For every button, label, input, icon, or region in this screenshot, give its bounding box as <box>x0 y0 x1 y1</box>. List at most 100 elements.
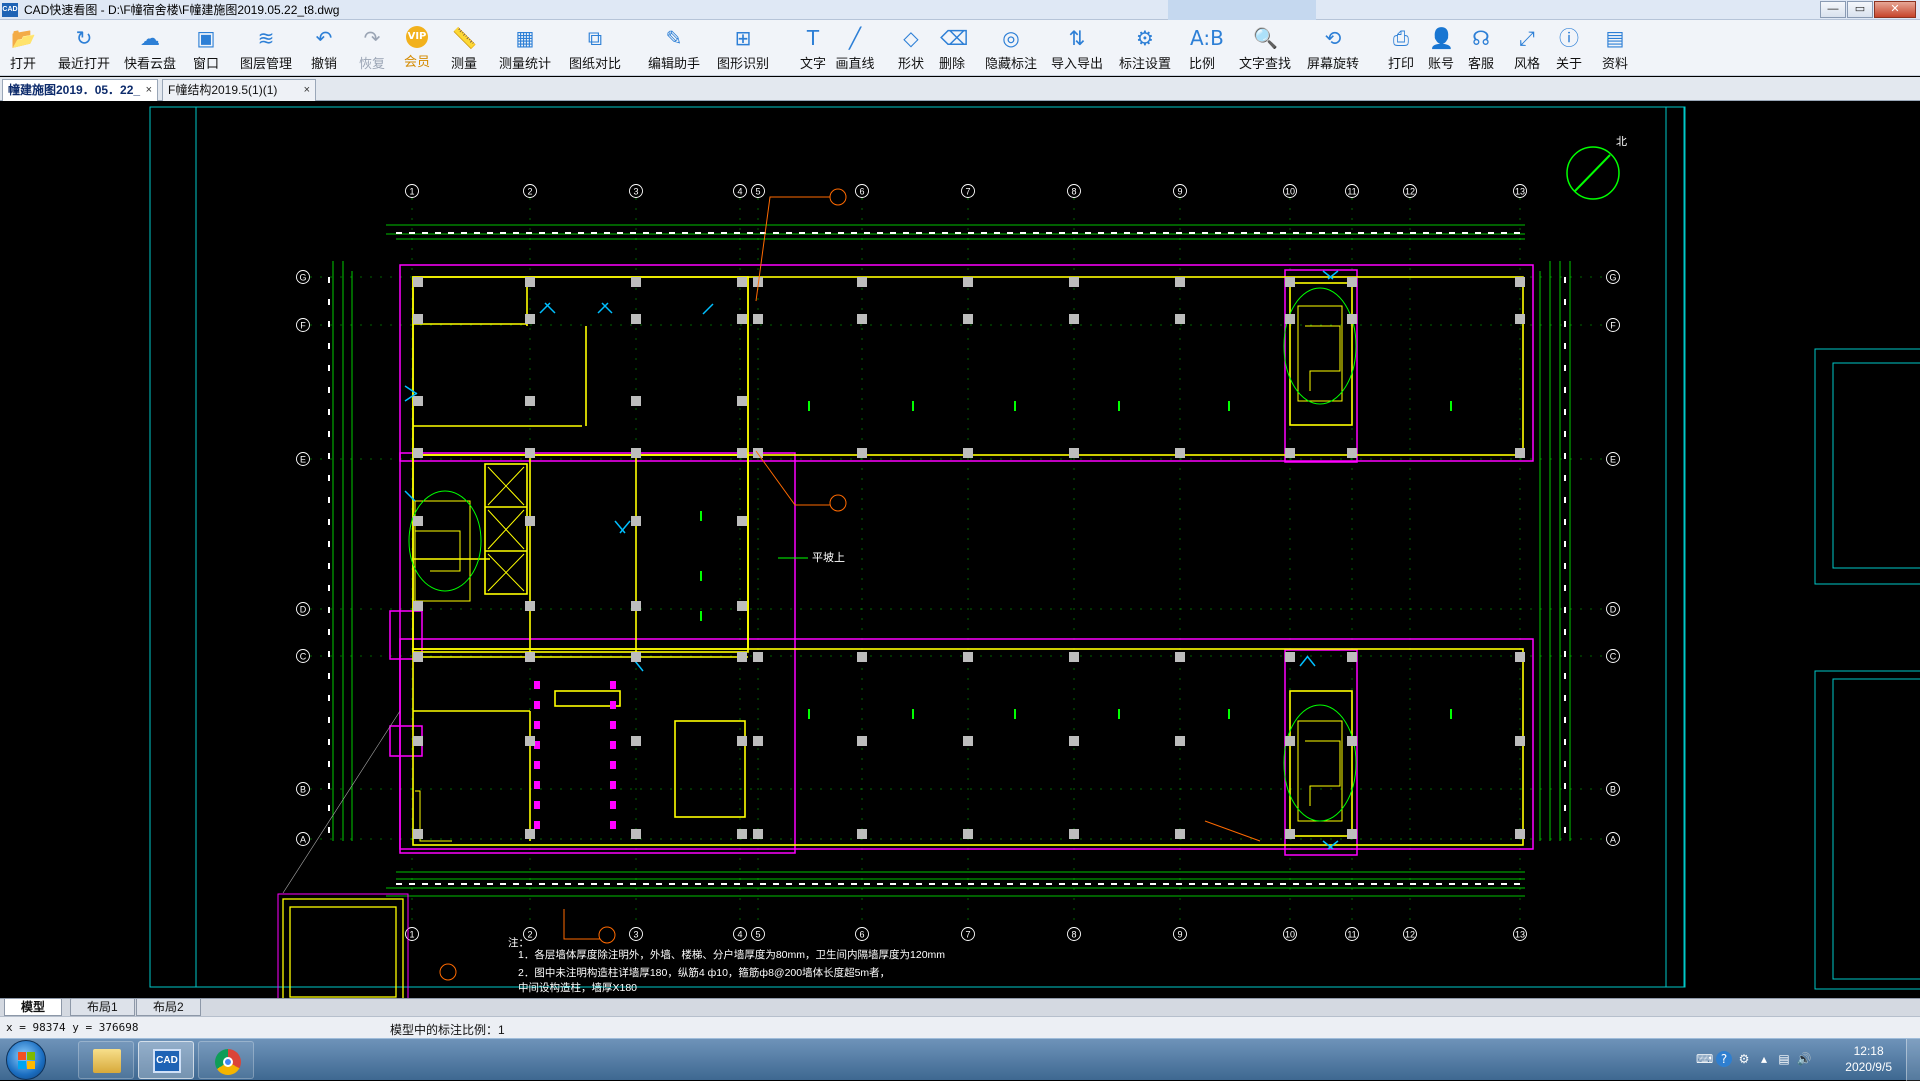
axis-bubble-10: 10 <box>1283 184 1297 198</box>
axis-label: 12 <box>1405 930 1415 940</box>
chrome-icon <box>215 1049 241 1075</box>
toolbar-label: 恢复 <box>358 56 385 71</box>
toolbar-label: 测量统计 <box>498 56 551 71</box>
start-button[interactable] <box>6 1040 46 1080</box>
toolbar-button-12[interactable]: ⊞ 图形识别 <box>714 24 772 74</box>
axis-bubble-11: 11 <box>1345 184 1359 198</box>
keyboard-icon[interactable]: ⌨ <box>1696 1051 1713 1067</box>
toolbar-icon: ⧉ <box>587 26 603 50</box>
tab-structure[interactable]: F幢结构2019.5(1)(1) × <box>162 79 316 101</box>
toolbar-button-15[interactable]: ◇ 形状 <box>894 24 928 74</box>
toolbar-button-0[interactable]: 📂 打开 <box>2 24 44 74</box>
toolbar-icon: ▣ <box>196 26 216 50</box>
system-tray: ⌨ ? ⚙ ▴ ▤ 🔊 12:18 2020/9/5 <box>1660 1039 1920 1081</box>
volume-icon[interactable]: 🔊 <box>1796 1051 1812 1067</box>
toolbar-button-23[interactable]: ⎙ 打印 <box>1384 24 1418 74</box>
toolbar-button-10[interactable]: ⧉ 图纸对比 <box>566 24 624 74</box>
toolbar-button-25[interactable]: ☊ 客服 <box>1464 24 1498 74</box>
toolbar-icon: ⌫ <box>940 26 969 50</box>
tab-building-plan[interactable]: 幢建施图2019．05．22_ × <box>2 79 158 101</box>
toolbar-button-3[interactable]: ▣ 窗口 <box>190 24 222 74</box>
axis-label: A <box>1610 835 1616 845</box>
toolbar-button-16[interactable]: ⌫ 删除 <box>934 24 970 74</box>
cad-drawing[interactable]: 1122334455667788991010111112121313G GF FE E… <box>0 101 1920 998</box>
doors <box>404 270 1339 850</box>
minimize-button[interactable]: — <box>1820 1 1846 18</box>
tray-arrow-icon[interactable]: ▴ <box>1756 1051 1772 1067</box>
restore-button[interactable]: ▭ <box>1847 1 1873 18</box>
toolbar-icon: 🔍 <box>1253 26 1278 50</box>
axis-label: 8 <box>1071 930 1076 940</box>
toolbar-icon: ⎙ <box>1393 26 1409 50</box>
axis-label: 7 <box>965 930 970 940</box>
tab-close-icon[interactable]: × <box>304 80 310 100</box>
axis-bubble-F: F <box>296 318 310 332</box>
toolbar-button-24[interactable]: 👤 账号 <box>1424 24 1458 74</box>
axis-label: D <box>300 605 307 615</box>
axis-label: 2 <box>527 187 532 197</box>
toolbar-button-9[interactable]: ▦ 测量统计 <box>494 24 556 74</box>
settings-icon[interactable]: ⚙ <box>1736 1051 1752 1067</box>
axis-bubble-B: B <box>296 782 310 796</box>
help-icon[interactable]: ? <box>1716 1051 1732 1067</box>
toolbar-label: 关于 <box>1555 56 1582 71</box>
toolbar-button-20[interactable]: A:B 比例 <box>1184 24 1224 74</box>
taskbar-app-explorer[interactable] <box>78 1041 134 1079</box>
taskbar-app-chrome[interactable] <box>198 1041 254 1079</box>
toolbar-button-14[interactable]: ╱ 画直线 <box>826 24 884 74</box>
toolbar-button-11[interactable]: ✎ 编辑助手 <box>642 24 706 74</box>
tab-close-icon[interactable]: × <box>146 80 152 100</box>
toolbar-label: 标注设置 <box>1118 56 1171 71</box>
axis-bubble-1: 1 <box>405 184 419 198</box>
toilet-fixtures <box>534 681 616 829</box>
axis-label: C <box>300 652 307 662</box>
toolbar-icon: ↷ <box>363 26 381 50</box>
close-button[interactable]: ✕ <box>1874 1 1916 18</box>
toolbar-button-6[interactable]: ↷ 恢复 <box>354 24 390 74</box>
show-desktop-button[interactable] <box>1906 1039 1920 1081</box>
axis-bubble-B: B <box>1606 782 1620 796</box>
toolbar-button-19[interactable]: ⚙ 标注设置 <box>1114 24 1176 74</box>
toolbar-icon: VIP <box>406 26 428 48</box>
network-icon[interactable]: ▤ <box>1776 1051 1792 1067</box>
toolbar-button-27[interactable]: ⓘ 关于 <box>1552 24 1586 74</box>
drawing-canvas[interactable]: 1 1 2 2 3 3 4 4 5 5 6 6 7 7 8 8 9 9 10 10 11 11 12 12 13 13 G G F F E E… <box>0 101 1920 998</box>
toolbar-label: 画直线 <box>835 56 875 71</box>
toolbar-icon: ≋ <box>257 26 275 50</box>
toolbar-button-8[interactable]: 📏 测量 <box>446 24 482 74</box>
tab-label: 幢建施图2019．05．22_ <box>8 83 141 97</box>
tab-model[interactable]: 模型 <box>4 999 63 1016</box>
axis-bubble-7: 7 <box>961 927 975 941</box>
axis-bubble-G: G <box>1606 270 1620 284</box>
toolbar-button-28[interactable]: ▤ 资料 <box>1598 24 1632 74</box>
toolbar-button-17[interactable]: ◎ 隐藏标注 <box>980 24 1042 74</box>
toolbar-button-21[interactable]: 🔍 文字查找 <box>1234 24 1296 74</box>
axis-bubble-9: 9 <box>1173 927 1187 941</box>
toolbar-button-5[interactable]: ↶ 撤销 <box>306 24 342 74</box>
toolbar-button-2[interactable]: ☁ 快看云盘 <box>122 24 178 74</box>
ramp-text: 平坡上 <box>812 551 845 564</box>
axis-bubble-7: 7 <box>961 184 975 198</box>
axis-bubble-G: G <box>296 270 310 284</box>
toolbar-button-7[interactable]: VIP 会员 <box>400 24 434 74</box>
taskbar-app-cad[interactable]: CAD <box>138 1041 194 1079</box>
window-controls: — ▭ ✕ <box>1820 1 1916 18</box>
tab-layout-2[interactable]: 布局2 <box>136 999 201 1016</box>
dimension-ticks <box>328 232 1566 885</box>
elevator-shafts <box>487 466 525 592</box>
axis-label: C <box>1610 652 1617 662</box>
toolbar-button-4[interactable]: ≋ 图层管理 <box>236 24 296 74</box>
toolbar-button-26[interactable]: ⤢ 风格 <box>1508 24 1546 74</box>
clock[interactable]: 12:18 2020/9/5 <box>1845 1043 1892 1075</box>
axis-bubble-D: D <box>296 602 310 616</box>
toolbar-icon: ☁ <box>140 26 160 50</box>
toolbar-button-22[interactable]: ⟲ 屏幕旋转 <box>1302 24 1364 74</box>
toolbar-icon: ⤢ <box>1519 26 1535 50</box>
toolbar-label: 最近打开 <box>57 56 110 71</box>
toolbar-button-18[interactable]: ⇅ 导入导出 <box>1046 24 1108 74</box>
toolbar-button-1[interactable]: ↻ 最近打开 <box>52 24 116 74</box>
axis-grid: 1122334455667788991010111112121313G GF FE E… <box>296 184 1620 941</box>
axis-bubble-13: 13 <box>1513 184 1527 198</box>
toolbar-label: 测量 <box>450 56 477 71</box>
tab-layout-1[interactable]: 布局1 <box>70 999 135 1016</box>
